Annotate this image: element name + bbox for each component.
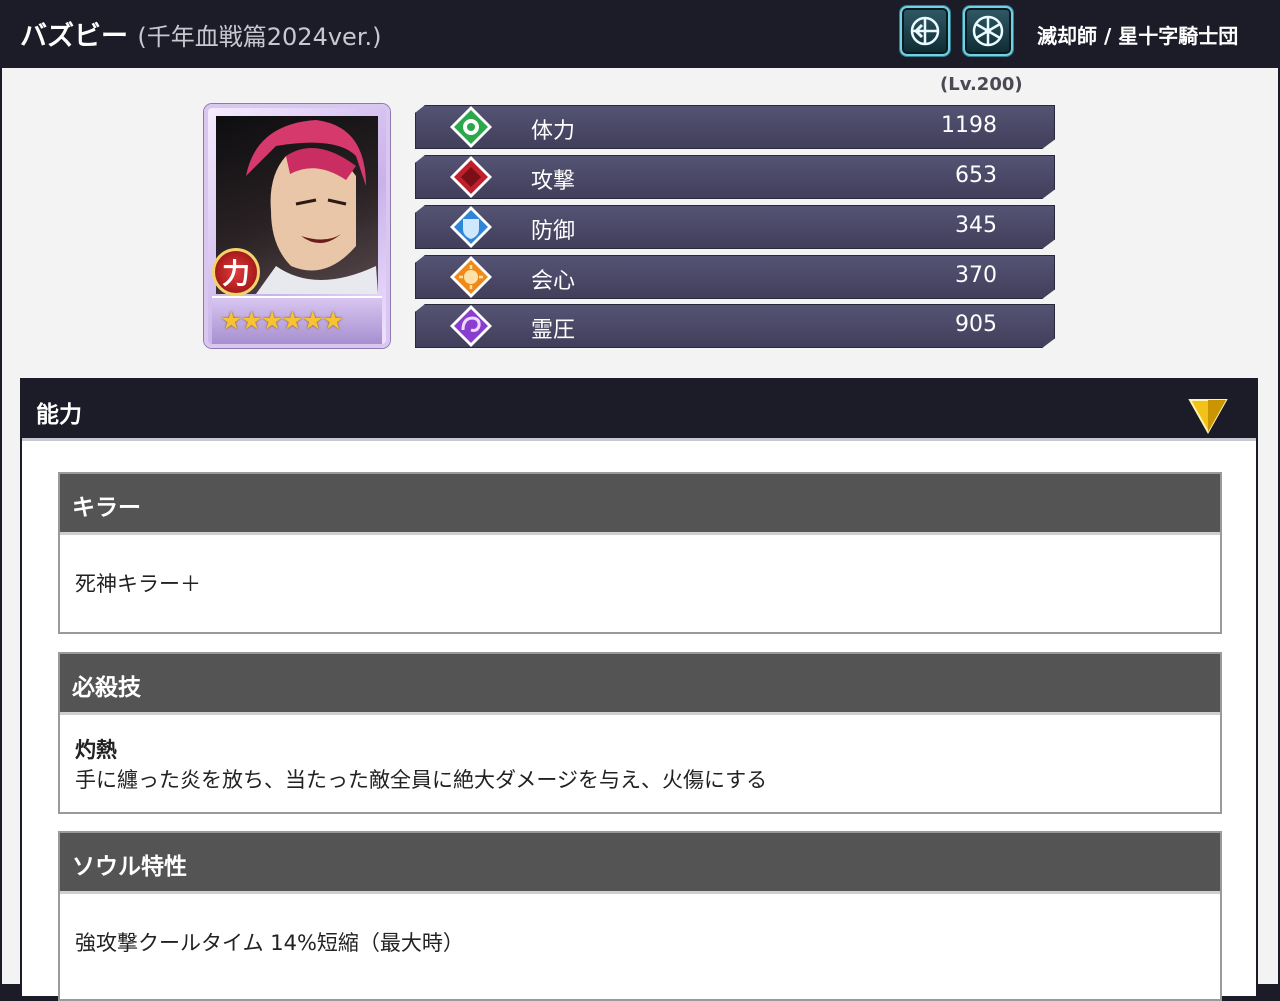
section-header: キラー bbox=[60, 474, 1220, 535]
type-badge: 力 bbox=[212, 248, 260, 296]
section-text: 強攻撃クールタイム 14%短縮（最大時） bbox=[75, 931, 464, 955]
attack-icon bbox=[450, 156, 492, 198]
defense-icon bbox=[450, 206, 492, 248]
stat-label: 会心 bbox=[531, 269, 576, 294]
stat-row-defense: 防御 345 bbox=[415, 205, 1055, 249]
section-text: 死神キラー＋ bbox=[75, 572, 201, 596]
rarity-stars: ★★★★★★ bbox=[220, 306, 344, 335]
stat-row-critical: 会心 370 bbox=[415, 255, 1055, 299]
stat-label: 霊圧 bbox=[531, 318, 576, 343]
section-title: キラー bbox=[72, 495, 141, 521]
section-header: 必殺技 bbox=[60, 654, 1220, 715]
character-title: バズビー (千年血戦篇2024ver.) bbox=[20, 14, 381, 53]
page-header: バズビー (千年血戦篇2024ver.) 滅却師 / 星十字騎士団 bbox=[0, 0, 1280, 68]
character-detail: (Lv.200) 力 ★★★★★★ 体力 1198 攻撃 653 防御 345 … bbox=[2, 68, 1278, 1001]
special-move-description: 手に纏った炎を放ち、当たった敵全員に絶大ダメージを与え、火傷にする bbox=[75, 768, 768, 792]
critical-icon bbox=[450, 256, 492, 298]
rarity-frame: ★★★★★★ bbox=[212, 296, 382, 344]
killer-section: キラー 死神キラー＋ bbox=[58, 472, 1222, 634]
ability-panel: 能力 キラー 死神キラー＋ 必殺技 灼熱 手に纏った炎を放ち、当たった敵全員に絶… bbox=[20, 378, 1258, 1001]
stat-value: 1198 bbox=[941, 113, 997, 138]
level-label: (Lv.200) bbox=[940, 74, 1023, 95]
stat-row-hp: 体力 1198 bbox=[415, 105, 1055, 149]
special-move-name: 灼熱 bbox=[75, 738, 117, 762]
ability-panel-header[interactable]: 能力 bbox=[22, 380, 1256, 441]
character-portrait[interactable]: 力 ★★★★★★ bbox=[204, 104, 390, 348]
spirit-pressure-icon bbox=[450, 305, 492, 347]
section-body: 灼熱 手に纏った炎を放ち、当たった敵全員に絶大ダメージを与え、火傷にする bbox=[75, 734, 767, 794]
crossbow-icon[interactable] bbox=[900, 6, 950, 56]
collapse-toggle-icon[interactable] bbox=[1188, 398, 1228, 434]
stat-value: 653 bbox=[955, 163, 997, 188]
character-version: (千年血戦篇2024ver.) bbox=[137, 23, 382, 51]
stat-value: 905 bbox=[955, 312, 997, 337]
special-move-section: 必殺技 灼熱 手に纏った炎を放ち、当たった敵全員に絶大ダメージを与え、火傷にする bbox=[58, 652, 1222, 814]
stat-row-spirit-pressure: 霊圧 905 bbox=[415, 304, 1055, 348]
stat-label: 体力 bbox=[531, 119, 576, 144]
section-title: 必殺技 bbox=[72, 675, 141, 701]
hp-icon bbox=[450, 106, 492, 148]
affiliation: 滅却師 / 星十字騎士団 bbox=[1037, 24, 1239, 48]
stat-label: 攻撃 bbox=[531, 169, 576, 194]
soul-trait-section: ソウル特性 強攻撃クールタイム 14%短縮（最大時） bbox=[58, 831, 1222, 1001]
stat-value: 370 bbox=[955, 263, 997, 288]
stat-label: 防御 bbox=[531, 219, 576, 244]
section-header: ソウル特性 bbox=[60, 833, 1220, 894]
character-name: バズビー bbox=[20, 21, 128, 52]
stat-row-attack: 攻撃 653 bbox=[415, 155, 1055, 199]
ability-panel-title: 能力 bbox=[36, 402, 82, 428]
wheel-icon[interactable] bbox=[963, 6, 1013, 56]
stat-value: 345 bbox=[955, 213, 997, 238]
section-title: ソウル特性 bbox=[72, 854, 187, 880]
